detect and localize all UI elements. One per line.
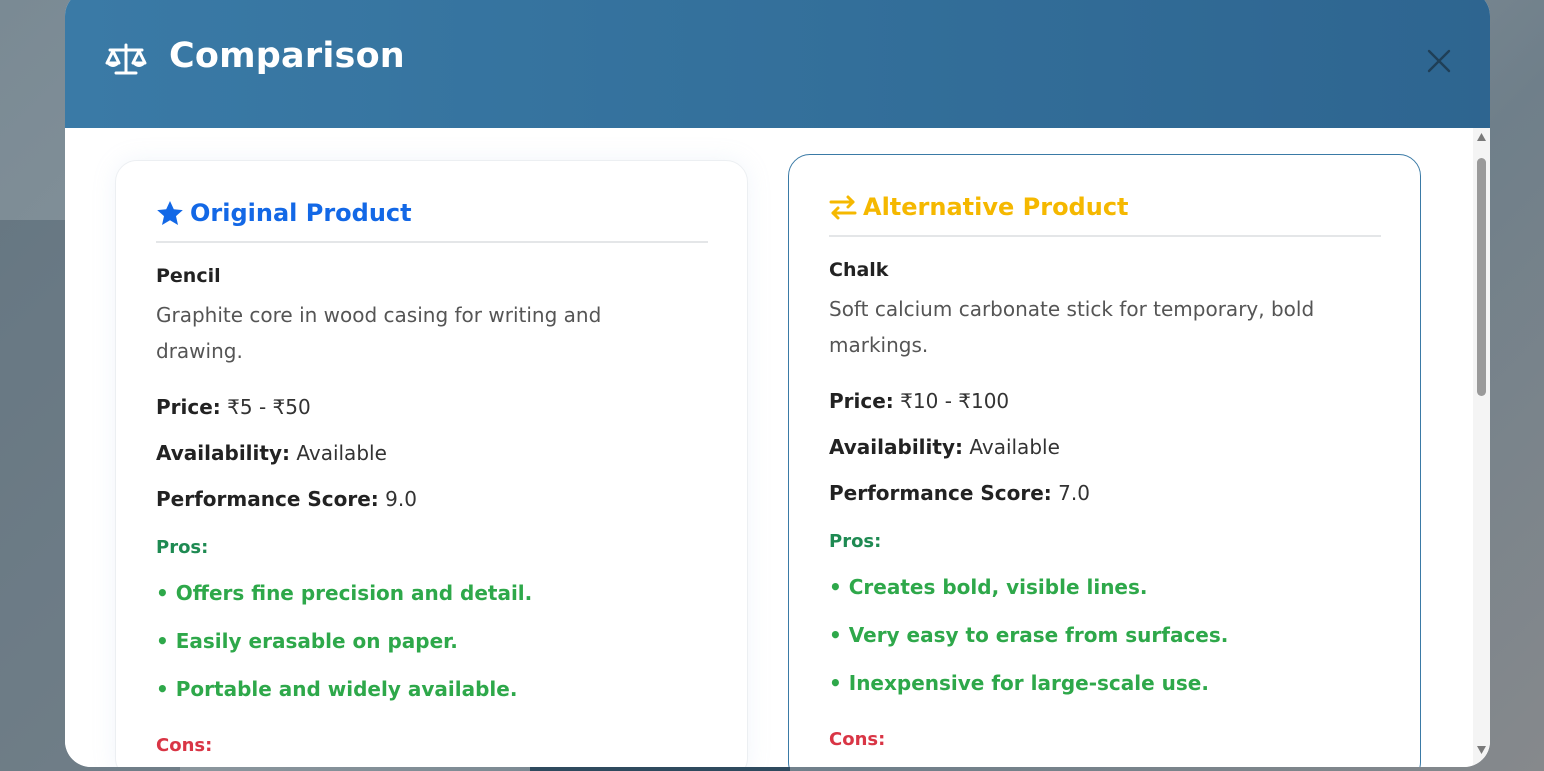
pro-item: • Inexpensive for large-scale use. [829, 671, 1209, 695]
product-description: Graphite core in wood casing for writing… [156, 303, 602, 363]
performance-field: Performance Score: 7.0 [829, 481, 1090, 505]
price-label: Price: [156, 395, 221, 419]
star-icon [157, 201, 183, 225]
pro-item: • Portable and widely available. [156, 677, 518, 701]
product-description: Soft calcium carbonate stick for tempora… [829, 297, 1315, 357]
comparison-modal: Comparison Original Product Pencil Graph… [65, 0, 1490, 767]
scrollbar-thumb[interactable] [1477, 158, 1486, 396]
balance-scale-icon [105, 43, 147, 75]
original-heading-label: Original Product [190, 199, 412, 227]
pros-label: Pros: [156, 537, 209, 558]
scroll-up-arrow-icon[interactable] [1476, 132, 1487, 142]
availability-value: Available [296, 441, 387, 465]
cons-label: Cons: [156, 735, 213, 756]
close-icon[interactable] [1423, 45, 1455, 77]
exchange-arrows-icon [829, 195, 857, 220]
alternative-product-heading: Alternative Product [829, 193, 1129, 221]
pro-item: • Easily erasable on paper. [156, 629, 458, 653]
original-product-heading: Original Product [156, 199, 412, 227]
price-field: Price: ₹5 - ₹50 [156, 395, 311, 419]
pro-item: • Creates bold, visible lines. [829, 575, 1148, 599]
pros-label: Pros: [829, 531, 882, 552]
modal-title: Comparison [169, 36, 405, 76]
cons-label: Cons: [829, 729, 886, 750]
divider [829, 235, 1381, 237]
modal-header: Comparison [65, 0, 1490, 128]
price-value: ₹5 - ₹50 [227, 395, 311, 419]
price-field: Price: ₹10 - ₹100 [829, 389, 1009, 413]
price-value: ₹10 - ₹100 [900, 389, 1010, 413]
performance-label: Performance Score: [829, 481, 1052, 505]
price-label: Price: [829, 389, 894, 413]
performance-field: Performance Score: 9.0 [156, 487, 417, 511]
product-name: Pencil [156, 265, 221, 287]
alternative-product-card: Alternative Product Chalk Soft calcium c… [788, 154, 1421, 767]
pro-item: • Offers fine precision and detail. [156, 581, 533, 605]
vertical-scrollbar[interactable] [1473, 128, 1490, 767]
availability-label: Availability: [829, 435, 963, 459]
alternative-heading-label: Alternative Product [863, 193, 1129, 221]
performance-label: Performance Score: [156, 487, 379, 511]
availability-label: Availability: [156, 441, 290, 465]
divider [156, 241, 708, 243]
pro-item: • Very easy to erase from surfaces. [829, 623, 1229, 647]
performance-value: 9.0 [385, 487, 417, 511]
scroll-down-arrow-icon[interactable] [1476, 745, 1487, 755]
availability-value: Available [969, 435, 1060, 459]
original-product-card: Original Product Pencil Graphite core in… [115, 160, 748, 767]
availability-field: Availability: Available [829, 435, 1060, 459]
product-name: Chalk [829, 259, 889, 281]
availability-field: Availability: Available [156, 441, 387, 465]
performance-value: 7.0 [1058, 481, 1090, 505]
